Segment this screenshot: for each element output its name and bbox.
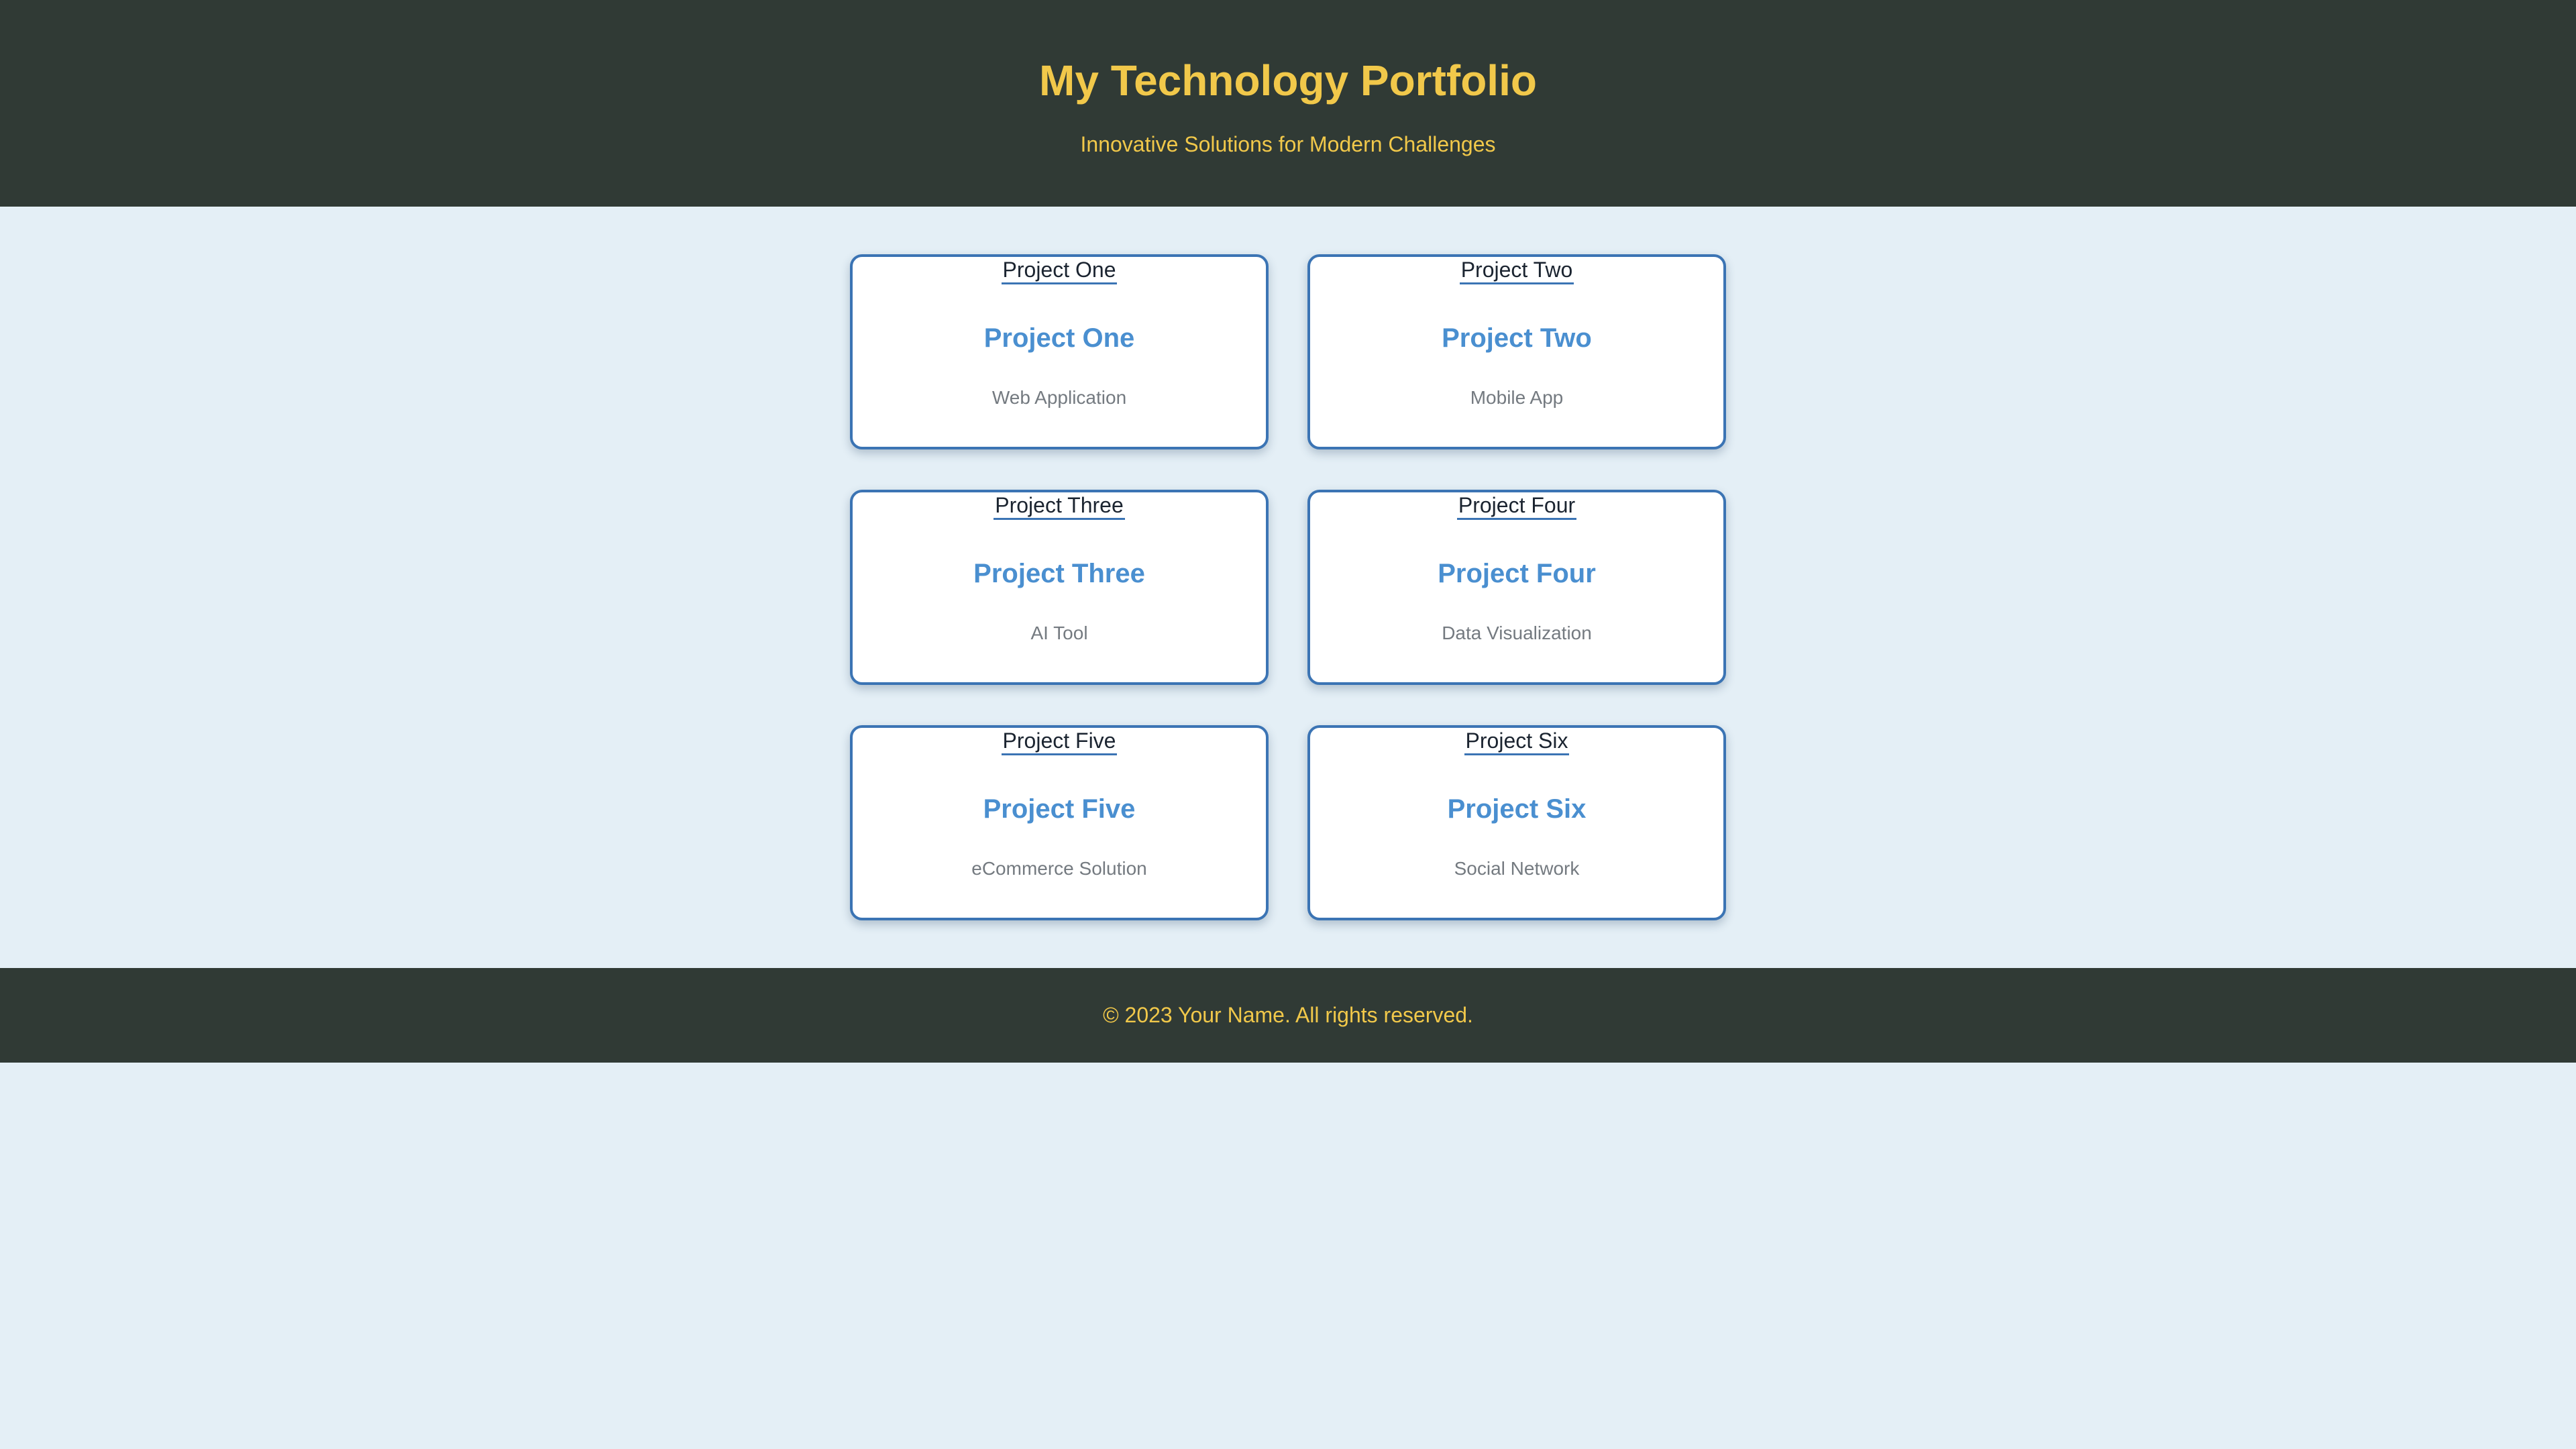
- project-card[interactable]: Project Five Project Five eCommerce Solu…: [850, 725, 1269, 920]
- project-type: Social Network: [1454, 858, 1580, 879]
- project-type: Mobile App: [1470, 387, 1564, 408]
- project-title: Project Six: [1447, 794, 1587, 824]
- project-title: Project Two: [1442, 323, 1592, 353]
- project-image-link[interactable]: Project Four: [1456, 492, 1577, 520]
- project-image-alt: Project Four: [1458, 493, 1576, 517]
- project-card[interactable]: Project Four Project Four Data Visualiza…: [1307, 490, 1726, 685]
- project-type: eCommerce Solution: [971, 858, 1147, 879]
- project-card[interactable]: Project Six Project Six Social Network: [1307, 725, 1726, 920]
- project-card[interactable]: Project Two Project Two Mobile App: [1307, 254, 1726, 449]
- projects-grid: Project One Project One Web Application …: [850, 254, 1726, 920]
- project-image-link[interactable]: Project Six: [1464, 728, 1570, 755]
- project-image-alt: Project Three: [995, 493, 1124, 517]
- project-type: AI Tool: [1030, 623, 1088, 643]
- project-title: Project Five: [983, 794, 1136, 824]
- project-title: Project Three: [973, 559, 1145, 588]
- project-image-alt: Project Five: [1002, 729, 1116, 753]
- page-title: My Technology Portfolio: [1039, 56, 1537, 105]
- project-type: Data Visualization: [1442, 623, 1592, 643]
- project-image-alt: Project Six: [1465, 729, 1568, 753]
- page-tagline: Innovative Solutions for Modern Challeng…: [1080, 132, 1496, 156]
- project-card[interactable]: Project Three Project Three AI Tool: [850, 490, 1269, 685]
- copyright-text: © 2023 Your Name. All rights reserved.: [1103, 1003, 1473, 1027]
- project-image-link[interactable]: Project Five: [1001, 728, 1118, 755]
- project-image-link[interactable]: Project Two: [1459, 257, 1574, 284]
- project-image-link[interactable]: Project Three: [994, 492, 1125, 520]
- project-image-link[interactable]: Project One: [1001, 257, 1118, 284]
- project-title: Project Four: [1438, 559, 1596, 588]
- project-type: Web Application: [991, 387, 1127, 408]
- project-card[interactable]: Project One Project One Web Application: [850, 254, 1269, 449]
- site-footer: © 2023 Your Name. All rights reserved.: [0, 968, 2576, 1063]
- project-image-alt: Project One: [1002, 258, 1116, 282]
- project-image-alt: Project Two: [1460, 258, 1573, 282]
- site-header: My Technology Portfolio Innovative Solut…: [0, 0, 2576, 207]
- project-title: Project One: [983, 323, 1135, 353]
- projects-section: Project One Project One Web Application …: [0, 207, 2576, 968]
